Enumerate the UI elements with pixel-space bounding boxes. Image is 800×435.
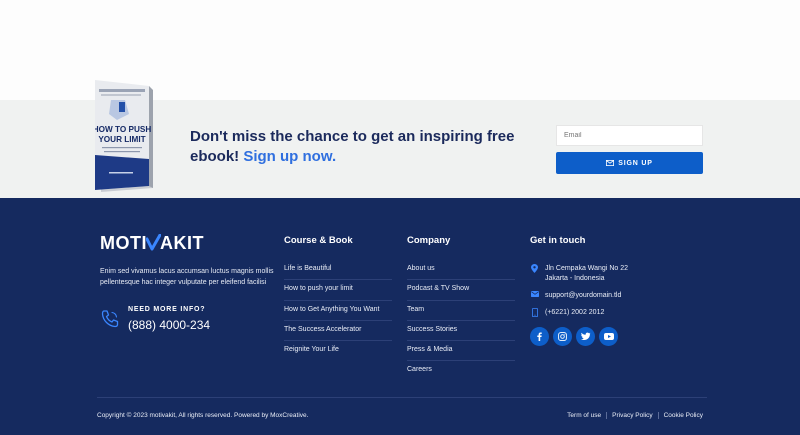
signup-button[interactable]: SIGN UP [556,152,703,174]
footer-link-course[interactable]: How to Get Anything You Want [284,301,392,321]
twitter-icon[interactable] [576,327,595,346]
book-title-line1: HOW TO PUSH [95,125,151,134]
company-heading: Company [407,235,451,246]
privacy-policy-link[interactable]: Privacy Policy [606,412,657,419]
book-title-line2: YOUR LIMIT [98,135,145,144]
contact-address: Jln Cempaka Wangi No 22 Jakarta - Indone… [530,264,628,284]
cta-headline: Don't miss the chance to get an inspirin… [190,127,530,167]
contact-email[interactable]: support@yourdomain.tld [530,291,621,301]
footer-link-company[interactable]: Press & Media [407,341,515,362]
terms-of-use-link[interactable]: Term of use [562,412,606,419]
address-line-1: Jln Cempaka Wangi No 22 [545,265,629,272]
checkmark-v-icon [146,234,161,251]
cta-headline-text: Don't miss the chance to get an inspirin… [190,128,515,165]
social-links [530,327,618,346]
footer-link-company[interactable]: Success Stories [407,321,515,342]
footer-link-course[interactable]: Life is Beautiful [284,260,392,281]
logo-text-left: MOTI [100,232,147,253]
footer-link-company[interactable]: About us [407,260,515,281]
address-line-2: Jakarta - Indonesia [545,275,605,282]
ebook-cover-image: HOW TO PUSH YOUR LIMIT [95,80,153,192]
footer-link-course[interactable]: How to push your limit [284,280,392,301]
contact-phone[interactable]: (+6221) 2002 2012 [530,308,604,318]
mobile-phone-icon [530,308,539,318]
footer-link-company[interactable]: Podcast & TV Show [407,280,515,301]
footer-link-course[interactable]: Reignite Your Life [284,341,392,361]
get-in-touch-heading: Get in touch [530,235,586,246]
instagram-icon[interactable] [553,327,572,346]
motivakit-logo[interactable]: MOTI AKIT [100,233,204,253]
map-pin-icon [530,264,539,284]
cookie-policy-link[interactable]: Cookie Policy [657,412,703,419]
footer-link-company[interactable]: Careers [407,361,515,381]
envelope-icon [530,291,539,301]
footer-divider [97,397,707,398]
course-book-list: Life is Beautiful How to push your limit… [284,260,392,361]
footer-phone-number[interactable]: (888) 4000-234 [128,318,210,332]
envelope-icon [606,160,615,166]
footer-link-course[interactable]: The Success Accelerator [284,321,392,342]
course-book-heading: Course & Book [284,235,353,246]
youtube-icon[interactable] [599,327,618,346]
footer-link-company[interactable]: Team [407,301,515,321]
copyright-text: Copyright © 2023 motivakit, All rights r… [97,412,309,419]
company-list: About us Podcast & TV Show Team Success … [407,260,515,382]
need-more-info-label: NEED MORE INFO? [128,306,206,313]
legal-links: Term of use Privacy Policy Cookie Policy [562,412,703,419]
footer-about-text: Enim sed vivamus lacus accumsan luctus m… [100,268,274,286]
contact-phone-text: (+6221) 2002 2012 [545,309,605,316]
cta-signup-link[interactable]: Sign up now. [243,148,336,165]
contact-email-text: support@yourdomain.tld [545,292,622,299]
email-input[interactable] [556,125,703,146]
signup-button-label: SIGN UP [618,159,653,167]
facebook-icon[interactable] [530,327,549,346]
phone-icon [101,310,119,328]
logo-text-right: AKIT [160,232,204,253]
